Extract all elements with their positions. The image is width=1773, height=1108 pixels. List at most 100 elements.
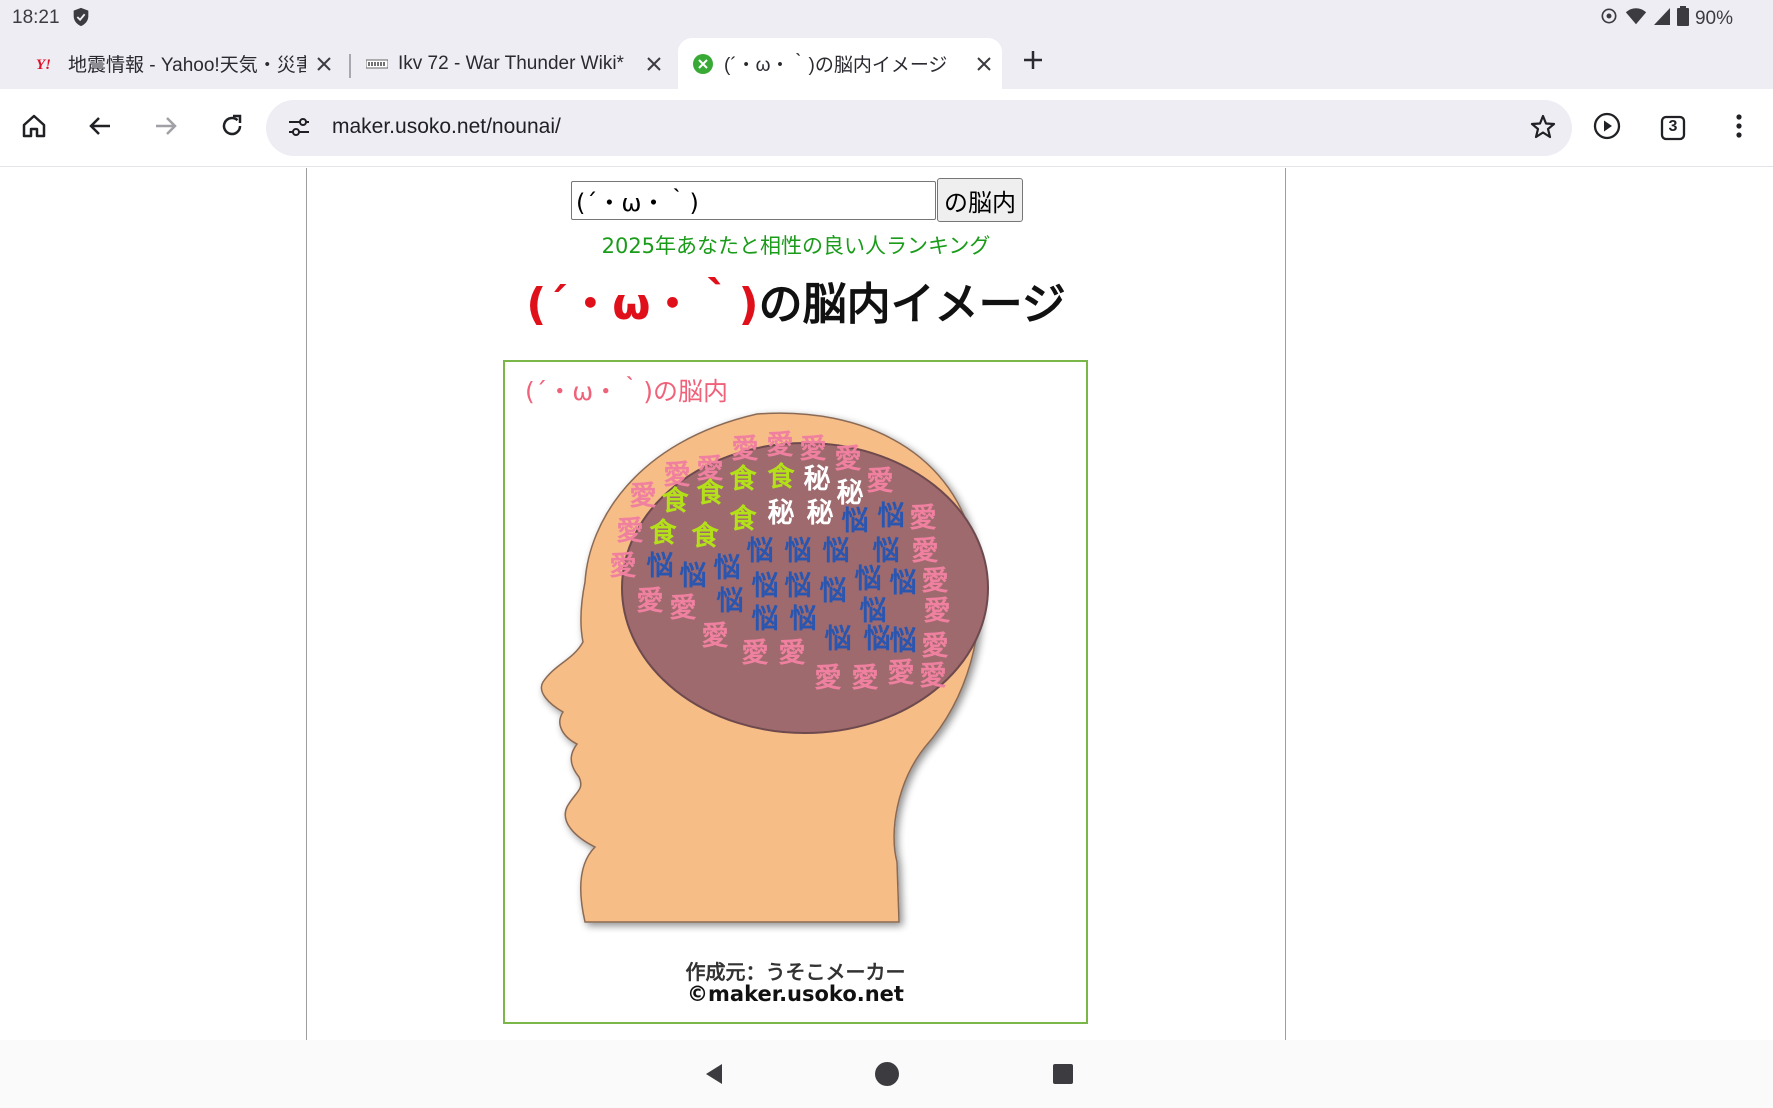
credit-maker: 作成元：うそこメーカー	[685, 960, 906, 984]
worry-kanji: 悩	[860, 596, 887, 627]
bookmark-star-icon[interactable]	[1528, 112, 1558, 146]
food-kanji: 食	[650, 517, 678, 549]
tab-count: 3	[1668, 118, 1678, 135]
love-kanji: 愛	[800, 434, 827, 465]
square-recents-icon	[1051, 1062, 1075, 1090]
url-text[interactable]: maker.usoko.net/nounai/	[332, 115, 561, 139]
status-indicators: 90%	[1599, 6, 1733, 32]
love-kanji: 愛	[835, 444, 862, 475]
show-brain-button[interactable]: の脳内	[937, 178, 1023, 222]
tab-switcher-button[interactable]: 3	[1652, 107, 1694, 149]
nav-recents-button[interactable]	[1045, 1058, 1081, 1094]
back-arrow-icon	[86, 112, 114, 144]
wifi-icon	[1625, 6, 1647, 32]
close-tab-icon[interactable]	[306, 56, 342, 72]
cell-signal-icon	[1653, 6, 1671, 32]
home-button[interactable]	[13, 107, 55, 149]
love-kanji: 愛	[610, 551, 637, 582]
worry-kanji: 悩	[878, 501, 905, 532]
tab-title: (´・ω・｀)の脳内イメージ	[724, 55, 948, 76]
new-tab-button[interactable]	[1015, 44, 1051, 80]
battery-percent: 90%	[1694, 8, 1733, 29]
tab-war-thunder[interactable]: Ikv 72 - War Thunder Wiki*	[352, 38, 672, 89]
browser-toolbar: maker.usoko.net/nounai/ 3	[0, 89, 1773, 167]
worry-kanji: 悩	[823, 536, 850, 567]
home-icon	[20, 112, 48, 144]
back-button[interactable]	[79, 107, 121, 149]
status-time: 18:21	[12, 7, 60, 28]
plus-icon	[1022, 49, 1044, 75]
love-kanji: 愛	[924, 596, 951, 627]
love-kanji: 愛	[779, 638, 806, 669]
tab-yahoo[interactable]: Y! 地震情報 - Yahoo!天気・災害	[22, 38, 342, 89]
secret-kanji: 秘	[807, 498, 834, 529]
menu-button[interactable]	[1718, 107, 1760, 149]
credit-url: ©maker.usoko.net	[687, 982, 904, 1006]
love-kanji: 愛	[617, 516, 644, 547]
battery-icon	[1676, 6, 1689, 32]
food-kanji: 食	[697, 477, 725, 509]
worry-kanji: 悩	[842, 506, 869, 537]
tab-separator	[349, 54, 351, 78]
secret-kanji: 秘	[804, 464, 831, 495]
food-kanji: 食	[768, 461, 796, 493]
name-input[interactable]	[571, 181, 936, 220]
worry-kanji: 悩	[680, 561, 707, 592]
food-kanji: 食	[730, 463, 758, 495]
address-bar[interactable]: maker.usoko.net/nounai/	[266, 100, 1572, 156]
forward-arrow-icon	[152, 112, 180, 144]
circle-home-icon	[874, 1061, 900, 1091]
worry-kanji: 悩	[747, 536, 774, 567]
wiki-favicon	[366, 53, 388, 75]
tab-usoko-active[interactable]: (´・ω・｀)の脳内イメージ	[678, 38, 1002, 89]
head-illustration: 愛愛愛愛愛愛愛愛愛愛愛愛愛愛愛愛愛 愛愛愛 愛愛愛愛食食食食食 食食秘 秘秘秘悩悩悩悩悩…	[540, 412, 989, 923]
worry-kanji: 悩	[873, 536, 900, 567]
love-kanji: 愛	[767, 430, 794, 461]
ranking-link[interactable]: 2025年あなたと相性の良い人ランキング	[307, 230, 1285, 260]
reload-button[interactable]	[211, 107, 253, 149]
tab-strip: Y! 地震情報 - Yahoo!天気・災害 Ikv 72 - War Thund…	[0, 34, 1773, 89]
love-kanji: 愛	[742, 638, 769, 669]
page-title: (´・ω・｀)の脳内イメージ	[307, 268, 1285, 332]
close-tab-icon[interactable]	[966, 56, 1002, 72]
love-kanji: 愛	[922, 631, 949, 662]
svg-text:Y!: Y!	[36, 57, 51, 72]
love-kanji: 愛	[702, 621, 729, 652]
forward-button[interactable]	[145, 107, 187, 149]
site-settings-icon[interactable]	[286, 114, 312, 144]
worry-kanji: 悩	[752, 571, 779, 602]
sync-icon	[1599, 6, 1619, 32]
triangle-back-icon	[702, 1062, 726, 1090]
worry-kanji: 悩	[717, 586, 744, 617]
nav-back-button[interactable]	[696, 1058, 732, 1094]
nav-home-button[interactable]	[869, 1058, 905, 1094]
system-nav-bar	[0, 1040, 1773, 1108]
worry-kanji: 悩	[890, 568, 917, 599]
worry-kanji: 悩	[790, 604, 817, 635]
love-kanji: 愛	[815, 663, 842, 694]
tab-switcher-icon: 3	[1659, 114, 1687, 142]
shield-icon	[70, 6, 92, 34]
worry-kanji: 悩	[752, 604, 779, 635]
love-kanji: 愛	[888, 658, 915, 689]
love-kanji: 愛	[910, 503, 937, 534]
play-circle-icon	[1592, 111, 1622, 145]
content-column: の脳内 2025年あなたと相性の良い人ランキング (´・ω・｀)の脳内イメージ …	[306, 168, 1286, 1040]
tab-title: Ikv 72 - War Thunder Wiki*	[398, 52, 624, 74]
food-kanji: 食	[730, 503, 758, 535]
close-tab-icon[interactable]	[636, 56, 672, 72]
love-kanji: 愛	[852, 663, 879, 694]
food-kanji: 食	[662, 485, 690, 517]
play-button[interactable]	[1586, 107, 1628, 149]
headline-name: (´・ω・｀)	[526, 279, 759, 330]
love-kanji: 愛	[732, 434, 759, 465]
worry-kanji: 悩	[820, 576, 847, 607]
yahoo-favicon: Y!	[36, 53, 58, 75]
usoko-favicon	[692, 53, 714, 75]
worry-kanji: 悩	[855, 564, 882, 595]
worry-kanji: 悩	[714, 553, 741, 584]
love-kanji: 愛	[670, 593, 697, 624]
more-vert-icon	[1734, 112, 1744, 144]
worry-kanji: 悩	[785, 536, 812, 567]
status-bar: 18:21 90%	[0, 0, 1773, 34]
